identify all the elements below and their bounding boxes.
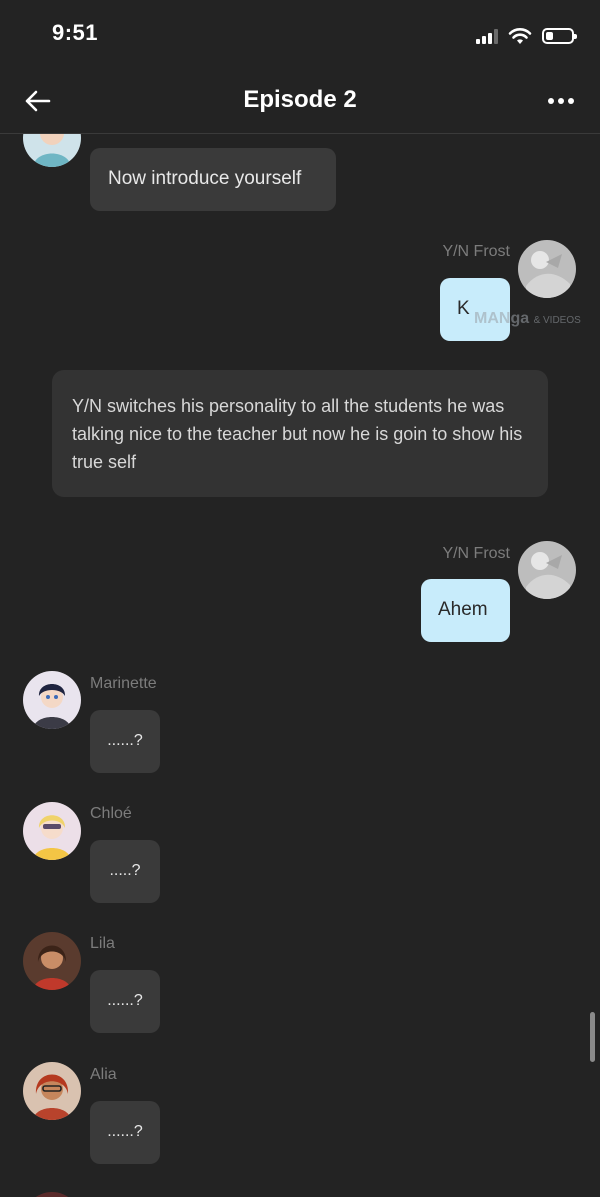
- avatar-yn-frost: [518, 240, 576, 298]
- wifi-icon: [508, 28, 532, 44]
- more-options-button[interactable]: [546, 86, 576, 116]
- page-title: Episode 2: [243, 86, 357, 113]
- sender-name: Alia: [90, 1066, 117, 1083]
- cellular-signal-icon: [476, 28, 498, 44]
- more-horizontal-icon: [548, 98, 574, 104]
- avatar-yn-frost: [518, 541, 576, 599]
- status-time: 9:51: [52, 20, 99, 45]
- message-text: ......?: [107, 732, 143, 749]
- message-text: ......?: [107, 1123, 143, 1140]
- avatar-alia: [23, 1062, 81, 1120]
- message-text: K: [457, 298, 470, 319]
- message-text: ......?: [107, 992, 143, 1009]
- sender-name: Lila: [90, 935, 115, 952]
- message-bubble: ......?: [90, 1101, 160, 1164]
- avatar-lila: [23, 932, 81, 990]
- scrollbar[interactable]: [590, 1012, 595, 1062]
- avatar-chloe: [23, 802, 81, 860]
- battery-icon: [542, 28, 577, 44]
- message-bubble: Ahem: [421, 579, 510, 642]
- sender-name: Y/N Frost: [442, 243, 510, 260]
- message-text: Ahem: [438, 599, 488, 620]
- status-icons: [476, 24, 577, 48]
- avatar-next: [23, 1192, 81, 1197]
- watermark: MANga & VIDEOS: [474, 310, 581, 327]
- avatar-teacher: [23, 134, 81, 167]
- message-bubble: .....?: [90, 840, 160, 903]
- sender-name: Marinette: [90, 675, 157, 692]
- message-bubble: Now introduce yourself: [90, 148, 336, 211]
- message-bubble: ......?: [90, 710, 160, 773]
- status-bar: 9:51: [0, 0, 600, 70]
- narration-bubble: Y/N switches his personality to all the …: [52, 370, 548, 497]
- message-bubble: ......?: [90, 970, 160, 1033]
- avatar-marinette: [23, 671, 81, 729]
- sender-name: Y/N Frost: [442, 545, 510, 562]
- chat-area[interactable]: Now introduce yourself Y/N Frost K MANga…: [0, 134, 600, 1197]
- battery-level: [546, 32, 553, 40]
- message-text: Now introduce yourself: [108, 168, 302, 189]
- narration-text: Y/N switches his personality to all the …: [72, 396, 523, 472]
- nav-bar: Episode 2: [0, 70, 600, 134]
- sender-name: Chloé: [90, 805, 132, 822]
- message-text: .....?: [109, 862, 141, 879]
